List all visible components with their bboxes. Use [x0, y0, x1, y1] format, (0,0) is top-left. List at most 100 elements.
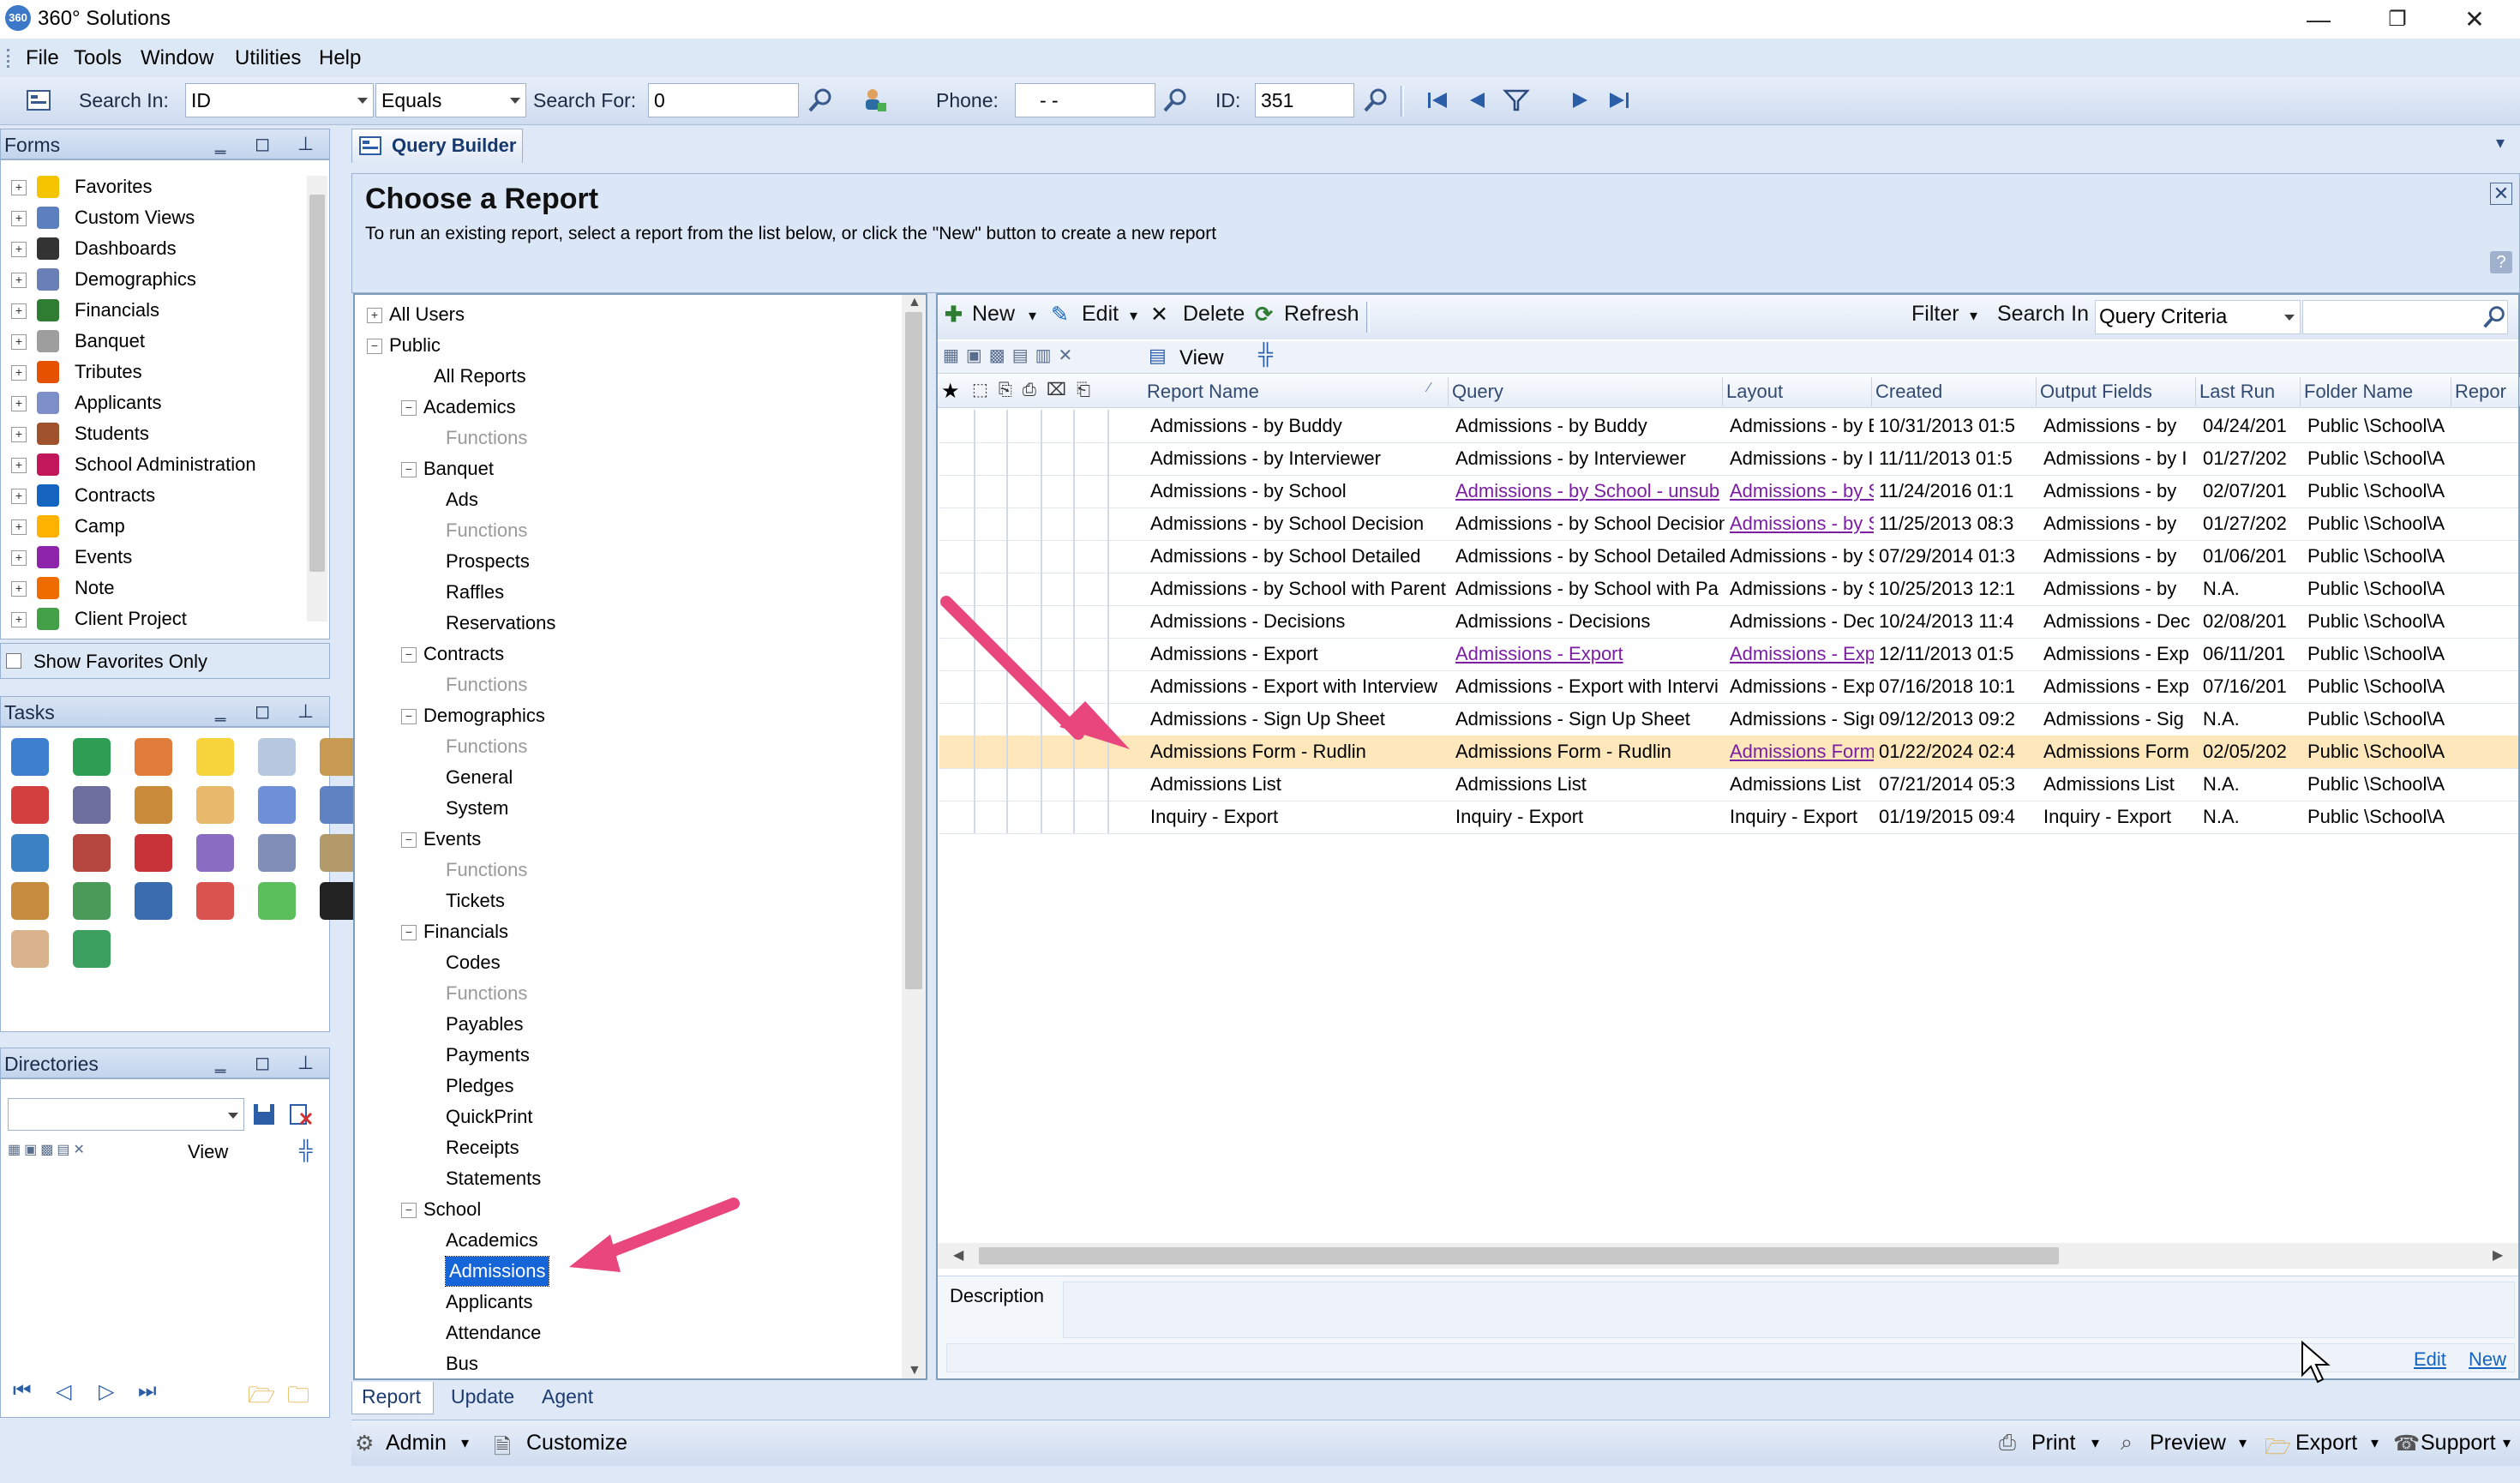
search-in-select[interactable]: ID — [185, 83, 374, 117]
edit-description-link[interactable]: Edit — [2414, 1348, 2446, 1371]
collapse-icon[interactable]: − — [367, 339, 382, 354]
new-description-link[interactable]: New — [2469, 1348, 2506, 1371]
task-shortcut-icon[interactable] — [135, 738, 172, 776]
task-shortcut-icon[interactable] — [196, 882, 234, 920]
tree-node[interactable]: General — [355, 763, 903, 792]
close-panel-icon[interactable]: ✕ — [2490, 183, 2512, 205]
tree-node[interactable]: Functions — [355, 423, 903, 453]
panel-minimize-icon[interactable]: ‗ — [215, 133, 225, 155]
dir-previous-icon[interactable]: ◁ — [56, 1379, 71, 1404]
task-shortcut-icon[interactable] — [258, 834, 296, 872]
panel-maximize-icon[interactable]: ◻ — [255, 700, 270, 723]
table-row[interactable]: Admissions - by School Detailed Admission… — [939, 540, 2518, 573]
table-row[interactable]: Admissions - Decisions Admissions - Decis… — [939, 605, 2518, 639]
expand-icon[interactable]: + — [11, 427, 27, 442]
task-shortcut-icon[interactable] — [11, 738, 49, 776]
collapse-icon[interactable]: − — [401, 1203, 417, 1218]
tree-node[interactable]: Academics — [355, 1226, 903, 1255]
tree-node[interactable]: Prospects — [355, 547, 903, 576]
panel-maximize-icon[interactable]: ◻ — [255, 133, 270, 155]
expand-icon[interactable]: + — [11, 458, 27, 473]
previous-record-icon[interactable] — [1462, 86, 1491, 115]
status-column-icons[interactable]: ⬚⎘⎙⌧⎗ — [972, 379, 1101, 400]
next-record-icon[interactable] — [1565, 86, 1594, 115]
tree-node[interactable]: Ads — [355, 485, 903, 514]
edit-dropdown-icon[interactable]: ▾ — [1130, 307, 1137, 325]
dir-first-icon[interactable]: ⏮ — [13, 1379, 32, 1403]
column-header[interactable]: Report Name — [1143, 377, 1449, 406]
search-icon[interactable] — [806, 86, 835, 115]
tree-node[interactable]: Functions — [355, 979, 903, 1008]
column-header[interactable]: Repor — [2451, 377, 2520, 406]
task-shortcut-icon[interactable] — [11, 834, 49, 872]
dir-last-icon[interactable]: ⏭ — [138, 1379, 157, 1403]
column-header[interactable]: Query — [1449, 377, 1723, 406]
task-shortcut-icon[interactable] — [196, 786, 234, 824]
grid-search-icon[interactable] — [2481, 303, 2508, 331]
tree-node[interactable]: Pledges — [355, 1072, 903, 1101]
tree-node[interactable]: System — [355, 794, 903, 823]
tree-node[interactable]: Bus — [355, 1349, 903, 1378]
tree-node[interactable]: Statements — [355, 1164, 903, 1193]
task-shortcut-icon[interactable] — [135, 882, 172, 920]
view-button[interactable]: View — [1179, 346, 1224, 370]
table-row[interactable]: Admissions List Admissions List Admissions… — [939, 768, 2518, 802]
table-row[interactable]: Admissions - by School Decision Admission… — [939, 507, 2518, 541]
task-shortcut-icon[interactable] — [73, 738, 111, 776]
tree-node[interactable]: Functions — [355, 516, 903, 545]
columns-icon[interactable]: ╬ — [1258, 343, 1273, 367]
table-row[interactable]: Admissions - by Buddy Admissions - by Bud… — [939, 410, 2518, 443]
expand-icon[interactable]: + — [11, 581, 27, 597]
search-for-input[interactable]: 0 — [648, 83, 799, 117]
tree-node[interactable]: − School — [355, 1195, 903, 1224]
task-shortcut-icon[interactable] — [73, 930, 111, 968]
panel-pin-icon[interactable]: ⊥ — [297, 700, 314, 723]
dir-next-icon[interactable]: ▷ — [99, 1379, 114, 1404]
task-shortcut-icon[interactable] — [320, 786, 357, 824]
grid-horizontal-scrollbar[interactable]: ◀ ▶ — [938, 1243, 2518, 1269]
tree-scrollbar[interactable]: ▲ ▼ — [902, 295, 926, 1378]
tree-node[interactable]: Raffles — [355, 578, 903, 607]
support-button[interactable]: Support — [2421, 1431, 2496, 1456]
help-icon[interactable]: ? — [2490, 251, 2512, 273]
task-shortcut-icon[interactable] — [73, 834, 111, 872]
search-in-select[interactable]: Query Criteria — [2095, 300, 2301, 334]
panel-minimize-icon[interactable]: ‗ — [215, 700, 225, 723]
table-row[interactable]: Admissions Form - Rudlin Admissions Form … — [939, 735, 2518, 769]
restore-button[interactable]: ❐ — [2359, 0, 2436, 39]
phone-search-icon[interactable] — [1161, 86, 1190, 115]
tree-node[interactable]: QuickPrint — [355, 1102, 903, 1132]
first-record-icon[interactable] — [1423, 86, 1452, 115]
tree-node[interactable]: − Financials — [355, 917, 903, 946]
task-shortcut-icon[interactable] — [11, 882, 49, 920]
tree-node[interactable]: − Public — [355, 331, 903, 360]
filter-button[interactable]: Filter — [1911, 302, 1959, 327]
description-field[interactable] — [1063, 1282, 2515, 1338]
task-shortcut-icon[interactable] — [196, 738, 234, 776]
directory-view-label[interactable]: View — [188, 1141, 228, 1163]
add-folder-icon[interactable]: 🗁 — [248, 1379, 275, 1417]
collapse-icon[interactable]: − — [401, 832, 417, 848]
filter-icon[interactable] — [1502, 86, 1531, 115]
tree-node[interactable]: Reservations — [355, 609, 903, 638]
collapse-icon[interactable]: − — [401, 925, 417, 940]
new-button[interactable]: New — [972, 302, 1015, 327]
export-button[interactable]: Export — [2295, 1431, 2357, 1456]
table-row[interactable]: Admissions - Export with Interview Admiss… — [939, 670, 2518, 704]
customize-button[interactable]: Customize — [526, 1431, 627, 1456]
menu-window[interactable]: Window — [141, 46, 213, 70]
tab-update[interactable]: Update — [451, 1385, 514, 1408]
table-row[interactable]: Inquiry - Export Inquiry - Export Inquiry … — [939, 801, 2518, 834]
tree-node[interactable]: Tickets — [355, 886, 903, 916]
expand-icon[interactable]: + — [11, 211, 27, 226]
menu-help[interactable]: Help — [319, 46, 361, 70]
tab-report[interactable]: Report — [362, 1385, 421, 1408]
directory-tool-icons[interactable]: ▦▣▩▤✕ — [8, 1141, 153, 1165]
filter-dropdown-icon[interactable]: ▾ — [1970, 307, 1977, 325]
refresh-button[interactable]: Refresh — [1284, 302, 1359, 327]
print-dropdown-icon[interactable]: ▾ — [2091, 1434, 2099, 1452]
column-header[interactable]: Layout — [1723, 377, 1872, 406]
table-row[interactable]: Admissions - Sign Up Sheet Admissions - S… — [939, 703, 2518, 736]
show-favorites-checkbox[interactable] — [6, 653, 21, 669]
table-row[interactable]: Admissions - by School Admissions - by Sc… — [939, 475, 2518, 508]
